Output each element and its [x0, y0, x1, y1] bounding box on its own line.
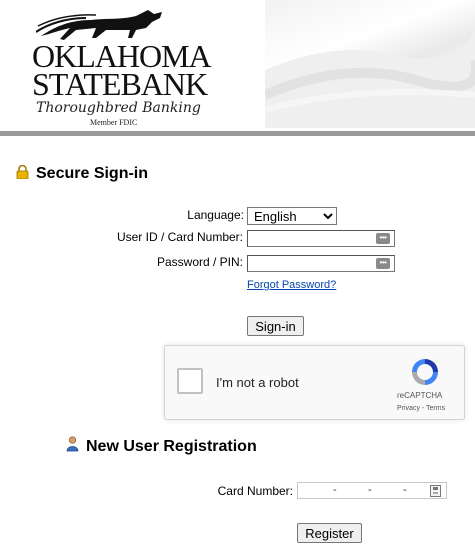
member-fdic-text: Member FDIC — [90, 118, 138, 127]
bank-tagline: Thoroughbred Banking — [36, 100, 201, 116]
register-button[interactable]: Register — [297, 523, 362, 543]
card-separator: - — [333, 484, 337, 496]
card-separator: - — [368, 484, 372, 496]
forgot-password-link[interactable]: Forgot Password? — [247, 279, 336, 291]
recaptcha-label: I'm not a robot — [216, 375, 299, 390]
recaptcha-privacy-terms[interactable]: Privacy - Terms — [397, 405, 445, 412]
recaptcha-checkbox[interactable] — [177, 368, 203, 394]
card-number-input[interactable]: - - - — [297, 482, 447, 499]
language-label: Language: — [187, 208, 244, 222]
password-input[interactable]: ••• — [247, 255, 395, 272]
password-manager-icon[interactable]: ••• — [376, 233, 390, 244]
recaptcha-brand: reCAPTCHA — [397, 391, 443, 400]
header: OKLAHOMA STATEBANK Thoroughbred Banking … — [0, 0, 475, 136]
new-user-registration-heading: New User Registration — [86, 438, 257, 455]
header-decoration — [265, 0, 475, 128]
header-divider — [0, 131, 475, 136]
userid-input[interactable]: ••• — [247, 230, 395, 247]
card-picker-icon[interactable] — [430, 485, 441, 497]
userid-label: User ID / Card Number: — [116, 230, 243, 244]
bank-name-line2: STATEBANK — [32, 66, 208, 102]
password-manager-icon[interactable]: ••• — [376, 258, 390, 269]
card-separator: - — [403, 484, 407, 496]
lock-icon — [16, 165, 29, 179]
signin-button[interactable]: Sign-in — [247, 316, 304, 336]
password-label: Password / PIN: — [156, 255, 243, 269]
recaptcha-logo-icon — [412, 359, 438, 385]
card-number-label: Card Number: — [217, 484, 293, 498]
recaptcha-widget: I'm not a robot reCAPTCHA Privacy - Term… — [164, 345, 465, 420]
secure-signin-heading: Secure Sign-in — [36, 165, 149, 182]
bank-logo[interactable]: OKLAHOMA STATEBANK Thoroughbred Banking … — [28, 6, 212, 127]
user-icon — [66, 436, 79, 452]
language-select[interactable]: English — [247, 207, 337, 225]
